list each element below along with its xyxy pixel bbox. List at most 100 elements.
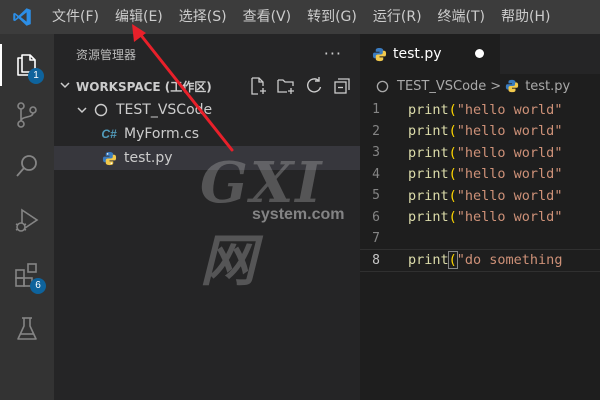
line-code: print("hello world" <box>408 166 562 182</box>
activity-bar: 1 6 <box>0 34 54 400</box>
python-icon <box>98 151 120 166</box>
code-line: 4 print("hello world" <box>360 164 600 186</box>
code-function: print <box>408 123 449 140</box>
line-number: 7 <box>372 231 380 247</box>
vscode-logo-icon[interactable] <box>0 0 44 34</box>
line-number: 3 <box>372 145 380 161</box>
code-line-current: 8 print("do something <box>360 248 600 272</box>
code-string: "hello world" <box>456 123 563 140</box>
code-paren: ( <box>448 187 457 204</box>
explorer-badge: 1 <box>28 68 44 84</box>
new-file-icon[interactable] <box>248 76 268 99</box>
menu-terminal[interactable]: 终端(T) <box>430 0 493 34</box>
folder-name: TEST_VSCode <box>116 102 213 118</box>
folder-row[interactable]: TEST_VSCode <box>54 98 360 122</box>
breadcrumb-folder[interactable]: TEST_VSCode <box>397 79 486 94</box>
testing-activity[interactable] <box>0 304 54 358</box>
line-number: 5 <box>372 188 380 204</box>
run-debug-activity[interactable] <box>0 196 54 250</box>
code-function: print <box>408 166 449 183</box>
explorer-title: 资源管理器 <box>76 47 137 62</box>
collapse-all-icon[interactable] <box>332 76 352 99</box>
code-line: 6 print("hello world" <box>360 207 600 229</box>
code-function: print <box>408 101 449 118</box>
line-code: print("do something <box>408 251 563 270</box>
line-code: print("hello world" <box>408 209 562 225</box>
file-name: MyForm.cs <box>124 126 200 142</box>
file-row-myform[interactable]: C# MyForm.cs <box>54 122 360 146</box>
code-line: 1 print("hello world" <box>360 99 600 121</box>
code-paren: ( <box>448 209 457 226</box>
code-string: "hello world" <box>456 101 563 118</box>
tab-test-py[interactable]: test.py <box>360 34 500 74</box>
line-number: 1 <box>372 102 380 118</box>
menu-bar: 文件(F) 编辑(E) 选择(S) 查看(V) 转到(G) 运行(R) 终端(T… <box>0 0 600 34</box>
search-icon <box>14 153 40 185</box>
editor-tabs: test.py <box>360 34 600 74</box>
csharp-icon: C# <box>101 127 117 141</box>
code-line: 2 print("hello world" <box>360 121 600 143</box>
line-number: 8 <box>372 252 380 268</box>
workspace-section-header[interactable]: WORKSPACE (工作区) <box>54 74 360 98</box>
chevron-down-icon <box>76 104 94 116</box>
code-string: "hello world" <box>456 209 563 226</box>
line-code: print("hello world" <box>408 123 562 139</box>
folder-circle-icon <box>376 80 389 93</box>
flask-icon <box>14 315 40 347</box>
new-folder-icon[interactable] <box>276 76 296 99</box>
code-editor[interactable]: 1 print("hello world" 2 print("hello wor… <box>360 98 600 272</box>
code-paren: ( <box>448 123 457 140</box>
python-icon <box>372 47 387 62</box>
code-string: "hello world" <box>456 166 563 183</box>
explorer-header: 资源管理器 ··· <box>54 34 360 74</box>
line-number: 2 <box>372 123 380 139</box>
line-code: print("hello world" <box>408 188 562 204</box>
code-line: 7 <box>360 228 600 250</box>
menu-run[interactable]: 运行(R) <box>365 0 430 34</box>
source-control-icon <box>14 101 40 133</box>
line-code: print("hello world" <box>408 145 562 161</box>
menu-file[interactable]: 文件(F) <box>44 0 107 34</box>
more-actions-icon[interactable]: ··· <box>324 44 342 63</box>
menu-go[interactable]: 转到(G) <box>299 0 365 34</box>
chevron-down-icon <box>54 79 76 94</box>
code-string: "hello world" <box>456 187 563 204</box>
refresh-icon[interactable] <box>304 76 324 99</box>
line-number: 4 <box>372 166 380 182</box>
workspace-actions <box>248 76 352 99</box>
line-code: print("hello world" <box>408 102 562 118</box>
extensions-activity[interactable]: 6 <box>0 250 54 304</box>
code-function: print <box>408 252 449 269</box>
python-icon <box>505 79 519 93</box>
menu-view[interactable]: 查看(V) <box>235 0 300 34</box>
code-paren: ( <box>448 166 457 183</box>
menu-help[interactable]: 帮助(H) <box>493 0 558 34</box>
search-activity[interactable] <box>0 142 54 196</box>
source-control-activity[interactable] <box>0 90 54 144</box>
run-debug-icon <box>13 207 41 239</box>
extensions-badge: 6 <box>30 278 46 294</box>
breadcrumb: TEST_VSCode > test.py <box>360 74 600 98</box>
code-line: 5 print("hello world" <box>360 185 600 207</box>
menu-items: 文件(F) 编辑(E) 选择(S) 查看(V) 转到(G) 运行(R) 终端(T… <box>44 0 558 34</box>
tab-label: test.py <box>393 46 442 62</box>
breadcrumb-file[interactable]: test.py <box>525 79 570 94</box>
menu-edit[interactable]: 编辑(E) <box>107 0 171 34</box>
code-line: 3 print("hello world" <box>360 142 600 164</box>
workspace-label: WORKSPACE (工作区) <box>76 79 212 94</box>
breadcrumb-separator: > <box>490 78 502 94</box>
vscode-window: 文件(F) 编辑(E) 选择(S) 查看(V) 转到(G) 运行(R) 终端(T… <box>0 0 600 400</box>
line-number: 6 <box>372 209 380 225</box>
unsaved-dot-icon[interactable] <box>475 49 484 58</box>
code-paren: ( <box>448 144 457 161</box>
menu-selection[interactable]: 选择(S) <box>171 0 235 34</box>
explorer-activity[interactable]: 1 <box>0 38 54 92</box>
code-paren-matched: ( <box>447 251 458 270</box>
code-function: print <box>408 187 449 204</box>
code-string: "do something <box>456 252 563 269</box>
folder-circle-icon <box>94 103 116 117</box>
code-string: "hello world" <box>456 144 563 161</box>
explorer-sidebar: 资源管理器 ··· WORKSPACE (工作区) TEST_VSCode C#… <box>54 34 360 400</box>
file-row-test-py[interactable]: test.py <box>54 146 360 170</box>
editor-area: test.py TEST_VSCode > test.py 1 print("h… <box>360 34 600 400</box>
